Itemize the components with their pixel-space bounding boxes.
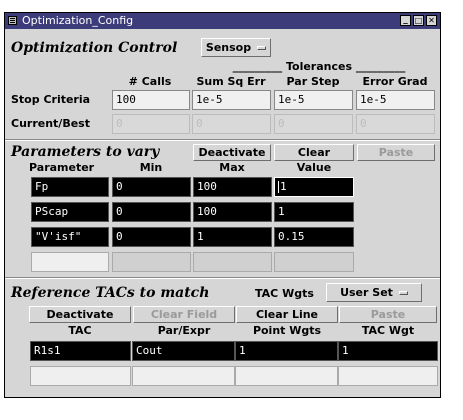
separator bbox=[5, 277, 440, 279]
param-max-field[interactable]: 1 bbox=[193, 227, 272, 247]
col-par-expr: Par/Expr bbox=[157, 324, 211, 337]
stop-calls-field[interactable]: 100 bbox=[112, 90, 190, 110]
col-point-wgts: Point Wgts bbox=[252, 324, 322, 337]
param-min-field[interactable]: 0 bbox=[112, 202, 191, 222]
col-par-step: Par Step bbox=[286, 75, 340, 88]
col-tac: TAC bbox=[68, 324, 92, 337]
param-name-field[interactable] bbox=[31, 252, 109, 272]
col-error-grad: Error Grad bbox=[362, 75, 428, 88]
tac-wgts-value: User Set bbox=[340, 286, 393, 299]
current-best-label: Current/Best bbox=[11, 117, 90, 130]
current-sum-sq-err-field: 0 bbox=[192, 114, 271, 134]
current-error-grad-field: 0 bbox=[356, 114, 435, 134]
ref-clear-field-button[interactable]: Clear Field bbox=[133, 306, 235, 323]
parameters-heading: Parameters to vary bbox=[11, 144, 160, 160]
title-bar[interactable]: Optimization_Config _ □ ✕ bbox=[5, 13, 440, 29]
col-sum-sq-err: Sum Sq Err bbox=[196, 75, 266, 88]
stop-sum-sq-err-field[interactable]: 1e-5 bbox=[192, 90, 271, 110]
option-menu-indicator-icon bbox=[398, 291, 408, 295]
ref-tac-field[interactable]: R1s1 bbox=[30, 341, 131, 361]
param-value-field[interactable]: 1 bbox=[274, 202, 354, 222]
param-name-field[interactable]: "V'isf" bbox=[31, 227, 109, 247]
param-deactivate-button[interactable]: Deactivate bbox=[193, 144, 271, 161]
col-value: Value bbox=[296, 161, 332, 174]
param-max-field[interactable]: 100 bbox=[193, 177, 272, 197]
separator bbox=[5, 139, 440, 141]
ref-point-wgts-field[interactable] bbox=[235, 366, 338, 386]
current-calls-field: 0 bbox=[112, 114, 190, 134]
param-max-field[interactable]: 100 bbox=[193, 202, 272, 222]
option-menu-indicator-icon bbox=[257, 46, 267, 50]
col-tac-wgt: TAC Wgt bbox=[361, 324, 415, 337]
maximize-button[interactable]: □ bbox=[413, 15, 424, 26]
stop-error-grad-field[interactable]: 1e-5 bbox=[356, 90, 435, 110]
param-name-field[interactable]: PScap bbox=[31, 202, 109, 222]
close-button[interactable]: ✕ bbox=[426, 15, 437, 26]
param-value-text: 1 bbox=[280, 180, 287, 193]
reference-tacs-heading: Reference TACs to match bbox=[11, 285, 210, 301]
text-cursor bbox=[278, 181, 279, 193]
param-min-field[interactable]: 0 bbox=[112, 227, 191, 247]
col-max: Max bbox=[219, 161, 245, 174]
tolerances-label: _________ Tolerances _________ bbox=[232, 60, 406, 73]
param-paste-button[interactable]: Paste bbox=[357, 144, 435, 161]
col-parameter: Parameter bbox=[29, 161, 95, 174]
ref-deactivate-button[interactable]: Deactivate bbox=[29, 306, 131, 323]
optimization-config-window: Optimization_Config _ □ ✕ Optimization C… bbox=[4, 12, 441, 398]
param-clear-button[interactable]: Clear bbox=[274, 144, 354, 161]
param-name-field[interactable]: Fp bbox=[31, 177, 109, 197]
ref-expr-field[interactable] bbox=[132, 366, 235, 386]
param-value-field[interactable] bbox=[274, 252, 354, 272]
optimization-control-heading: Optimization Control bbox=[11, 40, 178, 56]
ref-expr-field[interactable]: Cout bbox=[132, 341, 235, 361]
tac-wgts-label: TAC Wgts bbox=[255, 287, 314, 300]
minimize-button[interactable]: _ bbox=[400, 15, 411, 26]
param-min-field[interactable]: 0 bbox=[112, 177, 191, 197]
ref-point-wgts-field[interactable]: 1 bbox=[235, 341, 338, 361]
param-value-field[interactable]: 0.15 bbox=[274, 227, 354, 247]
ref-paste-button[interactable]: Paste bbox=[339, 306, 437, 323]
ref-tac-wgt-field[interactable] bbox=[338, 366, 438, 386]
ref-tac-wgt-field[interactable]: 1 bbox=[338, 341, 438, 361]
method-value: Sensop bbox=[205, 41, 252, 54]
current-par-step-field: 0 bbox=[274, 114, 353, 134]
window-title: Optimization_Config bbox=[22, 14, 134, 27]
tac-wgts-option-menu[interactable]: User Set bbox=[326, 283, 422, 302]
window-menu-icon[interactable] bbox=[8, 16, 17, 25]
ref-tac-field[interactable] bbox=[30, 366, 131, 386]
col-min: Min bbox=[139, 161, 163, 174]
param-max-field[interactable] bbox=[193, 252, 272, 272]
param-value-field[interactable]: 1 bbox=[274, 177, 354, 197]
col-calls: # Calls bbox=[128, 75, 172, 88]
method-option-menu[interactable]: Sensop bbox=[201, 38, 271, 57]
stop-criteria-label: Stop Criteria bbox=[11, 93, 91, 106]
param-min-field[interactable] bbox=[112, 252, 191, 272]
ref-clear-line-button[interactable]: Clear Line bbox=[236, 306, 338, 323]
stop-par-step-field[interactable]: 1e-5 bbox=[274, 90, 353, 110]
